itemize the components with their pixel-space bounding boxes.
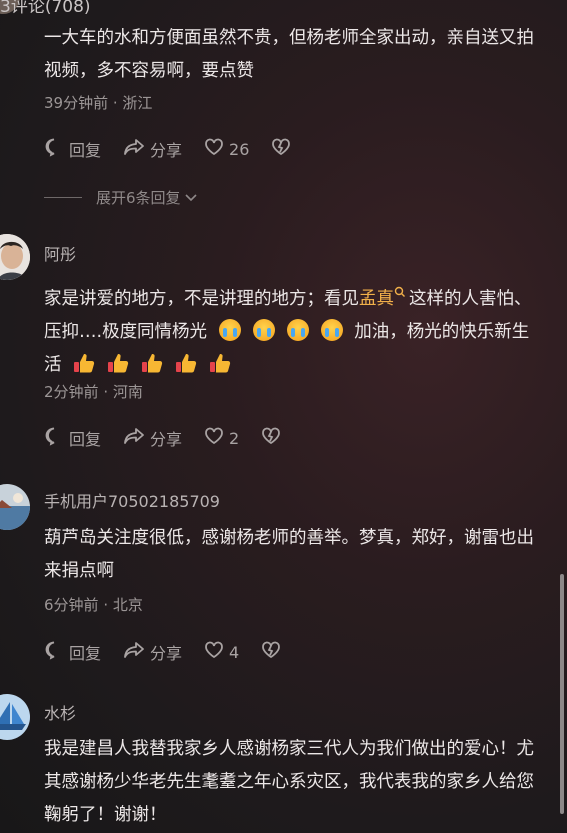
heart-icon: [204, 137, 229, 161]
share-button[interactable]: 分享: [123, 640, 182, 664]
dislike-button[interactable]: [261, 640, 286, 664]
comment-text: 我是建昌人我替我家乡人感谢杨家三代人为我们做出的爱心！尤其感谢杨少华老先生耄耋之…: [44, 739, 534, 825]
avatar[interactable]: [0, 234, 30, 280]
comment-meta: 39分钟前 · 浙江: [44, 92, 152, 113]
mention-link[interactable]: 孟真: [359, 289, 394, 309]
heart-icon: [204, 640, 229, 664]
comment-text: 一大车的水和方便面虽然不贵，但杨老师全家出动，亲自送又拍视频，多不容易啊，要点赞: [44, 28, 534, 81]
search-icon[interactable]: [394, 277, 406, 310]
commenter-name[interactable]: 阿彤: [44, 241, 76, 265]
reply-button[interactable]: 回复: [44, 137, 101, 161]
like-count: 4: [229, 642, 240, 662]
comment-time: 6分钟前: [44, 596, 99, 614]
like-button[interactable]: 2: [204, 426, 239, 450]
heart-icon: [204, 426, 229, 450]
share-label: 分享: [150, 141, 183, 160]
comment-meta: 2分钟前 · 河南: [44, 381, 143, 402]
dislike-button[interactable]: [261, 426, 286, 450]
share-icon: [123, 426, 150, 450]
commenter-name[interactable]: 手机用户70502185709: [44, 488, 220, 512]
like-button[interactable]: 4: [204, 640, 239, 664]
crying-emoji-icon: [320, 319, 343, 341]
dislike-button[interactable]: [271, 137, 296, 161]
comment-location: · 北京: [103, 596, 143, 614]
comment-location: · 浙江: [112, 94, 153, 112]
share-icon: [123, 640, 150, 664]
share-label: 分享: [150, 430, 183, 449]
expand-replies-button[interactable]: 展开6条回复: [44, 187, 198, 208]
broken-heart-icon: [261, 426, 286, 450]
comment-actions: 回复 分享 26: [44, 137, 318, 161]
thumbs-up-emoji-icon: [209, 352, 231, 374]
comment-actions: 回复 分享 4: [44, 640, 308, 664]
thumbs-up-emoji-icon: [73, 352, 95, 374]
reply-button[interactable]: 回复: [44, 640, 101, 664]
comment-text: 家是讲爱的地方，不是讲理的地方；看见孟真 这样的人害怕、压抑….极度同情杨光 加油…: [44, 277, 544, 382]
comment-text: 葫芦岛关注度很低，感谢杨老师的善举。梦真，郑好，谢雷也出来捐点啊: [44, 528, 534, 581]
reply-label: 回复: [69, 644, 102, 663]
broken-heart-icon: [261, 640, 286, 664]
scrollbar[interactable]: [560, 574, 564, 814]
comment-actions: 回复 分享 2: [44, 426, 308, 450]
like-count: 2: [229, 428, 240, 448]
comment-count-title: 3评论(708): [0, 0, 91, 17]
commenter-name[interactable]: 水杉: [44, 700, 76, 724]
share-button[interactable]: 分享: [123, 137, 182, 161]
crying-emoji-icon: [218, 319, 241, 341]
like-button[interactable]: 26: [204, 137, 249, 161]
avatar[interactable]: [0, 694, 30, 740]
thumbs-up-emoji-icon: [175, 352, 197, 374]
chevron-down-icon: [184, 189, 198, 207]
reply-label: 回复: [69, 141, 102, 160]
divider: [44, 197, 82, 198]
thumbs-up-emoji-icon: [141, 352, 163, 374]
comment-text-part: 家是讲爱的地方，不是讲理的地方；看见: [44, 289, 359, 309]
comment-time: 39分钟前: [44, 94, 109, 112]
comment-meta: 6分钟前 · 北京: [44, 594, 143, 615]
share-label: 分享: [150, 644, 183, 663]
comment-location: · 河南: [103, 383, 143, 401]
share-icon: [123, 137, 150, 161]
reply-label: 回复: [69, 430, 102, 449]
thumbs-up-emoji-icon: [107, 352, 129, 374]
crying-emoji-icon: [252, 319, 275, 341]
reply-button[interactable]: 回复: [44, 426, 101, 450]
like-count: 26: [229, 139, 250, 159]
comment-icon: [44, 640, 69, 664]
avatar[interactable]: [0, 484, 30, 530]
expand-label: 展开6条回复: [96, 189, 181, 207]
comment-icon: [44, 426, 69, 450]
share-button[interactable]: 分享: [123, 426, 182, 450]
comment-icon: [44, 137, 69, 161]
comment-time: 2分钟前: [44, 383, 99, 401]
broken-heart-icon: [271, 137, 296, 161]
crying-emoji-icon: [286, 319, 309, 341]
